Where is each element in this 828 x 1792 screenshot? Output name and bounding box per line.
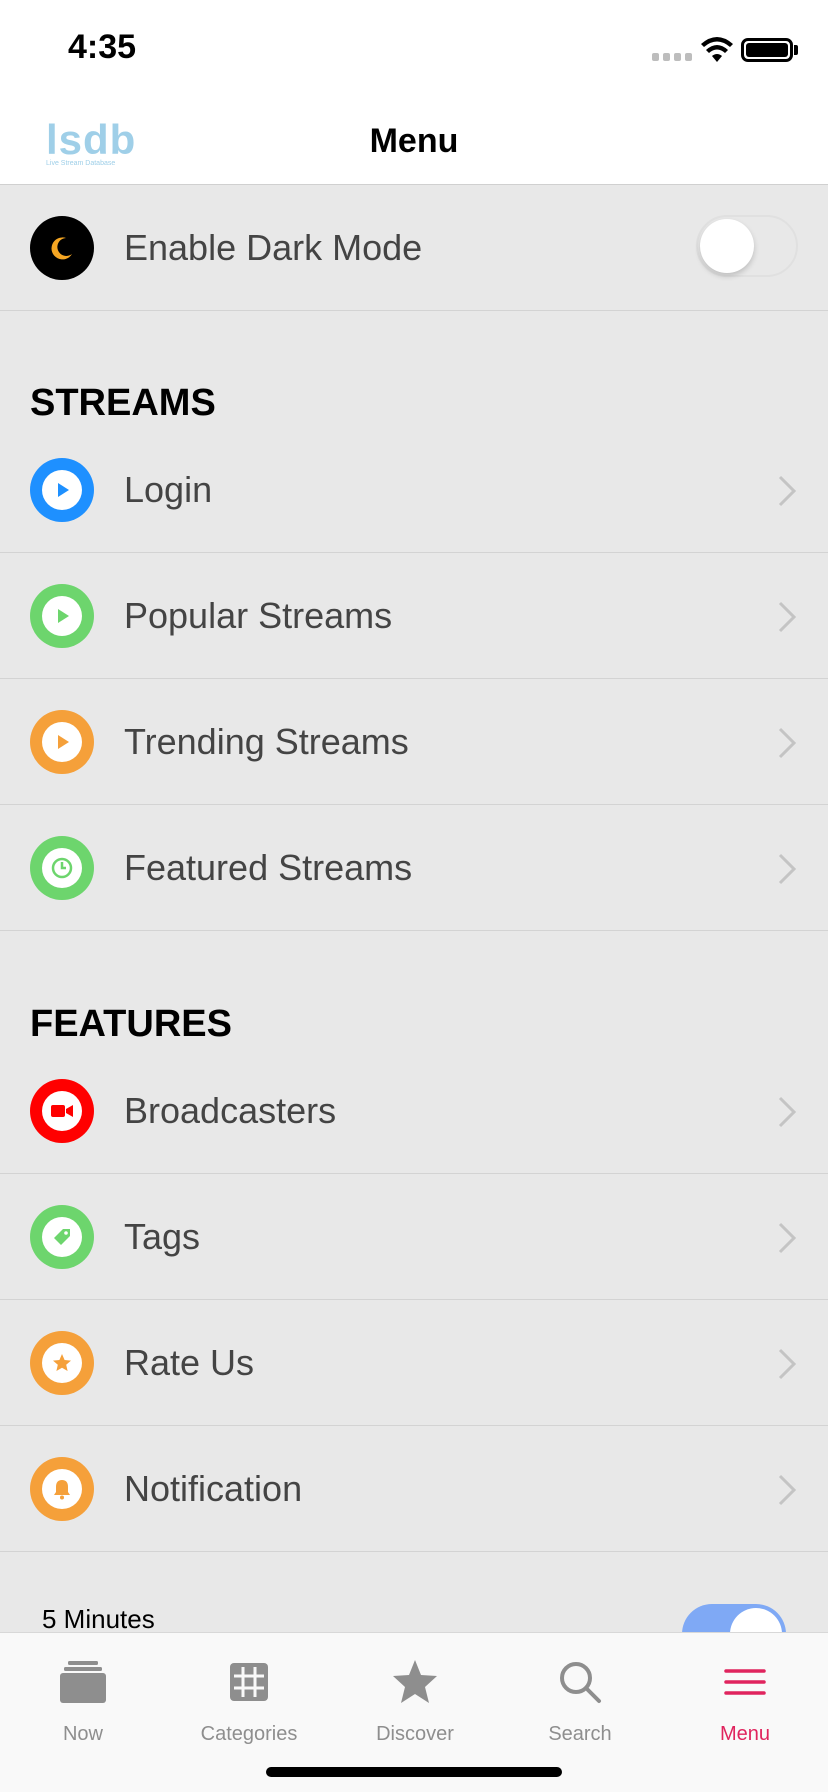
menu-icon [724, 1669, 766, 1695]
play-icon [30, 710, 94, 774]
video-camera-icon [30, 1079, 94, 1143]
star-icon [30, 1331, 94, 1395]
menu-item-tags[interactable]: Tags [0, 1174, 828, 1300]
chevron-right-icon [778, 1348, 797, 1380]
menu-item-popular-streams[interactable]: Popular Streams [0, 553, 828, 679]
notification-interval-label: 5 Minutes [42, 1604, 155, 1634]
stack-icon [60, 1661, 106, 1703]
dark-mode-label: Enable Dark Mode [124, 227, 423, 268]
menu-item-notification[interactable]: Notification [0, 1426, 828, 1552]
menu-item-label: Tags [124, 1216, 201, 1257]
cellular-signal-icon [652, 53, 692, 61]
navigation-bar: lsdb Live Stream Database Menu [0, 100, 828, 185]
chevron-right-icon [778, 727, 797, 759]
notification-interval-row[interactable]: 5 Minutes [0, 1552, 828, 1664]
grid-icon [230, 1663, 268, 1701]
dark-mode-toggle[interactable] [696, 215, 798, 277]
tag-icon [30, 1205, 94, 1269]
wifi-icon [701, 37, 733, 62]
battery-icon [741, 38, 793, 62]
menu-item-featured-streams[interactable]: Featured Streams [0, 805, 828, 931]
chevron-right-icon [778, 475, 797, 507]
menu-item-label: Rate Us [124, 1342, 255, 1383]
tab-now[interactable]: Now [0, 1633, 166, 1753]
tab-categories[interactable]: Categories [166, 1633, 332, 1753]
star-icon [393, 1660, 437, 1703]
chevron-right-icon [778, 1222, 797, 1254]
menu-item-broadcasters[interactable]: Broadcasters [0, 1048, 828, 1174]
play-icon [30, 584, 94, 648]
menu-item-label: Login [124, 469, 213, 510]
chevron-right-icon [778, 1096, 797, 1128]
menu-item-label: Featured Streams [124, 847, 413, 888]
status-bar: 4:35 [0, 0, 828, 100]
tab-search[interactable]: Search [497, 1633, 663, 1753]
play-icon [30, 458, 94, 522]
bell-icon [30, 1457, 94, 1521]
section-header-streams: STREAMS [30, 382, 216, 424]
chevron-right-icon [778, 853, 797, 885]
dark-mode-row[interactable]: Enable Dark Mode [0, 185, 828, 311]
menu-item-trending-streams[interactable]: Trending Streams [0, 679, 828, 805]
menu-item-login[interactable]: Login [0, 427, 828, 553]
tab-bar: Now Categories Discover Search Menu [0, 1632, 828, 1792]
menu-item-label: Broadcasters [124, 1090, 337, 1131]
section-header-features: FEATURES [30, 1003, 232, 1045]
search-icon [560, 1662, 601, 1703]
status-time: 4:35 [68, 28, 137, 66]
page-title: Menu [369, 122, 459, 160]
moon-icon [30, 216, 94, 280]
menu-item-label: Trending Streams [124, 721, 409, 762]
menu-item-label: Popular Streams [124, 595, 393, 636]
menu-item-label: Notification [124, 1468, 303, 1509]
tab-discover[interactable]: Discover [332, 1633, 498, 1753]
clock-icon [30, 836, 94, 900]
chevron-right-icon [778, 601, 797, 633]
chevron-right-icon [778, 1474, 797, 1506]
menu-item-rate-us[interactable]: Rate Us [0, 1300, 828, 1426]
tab-menu[interactable]: Menu [662, 1633, 828, 1753]
home-indicator [266, 1767, 562, 1777]
